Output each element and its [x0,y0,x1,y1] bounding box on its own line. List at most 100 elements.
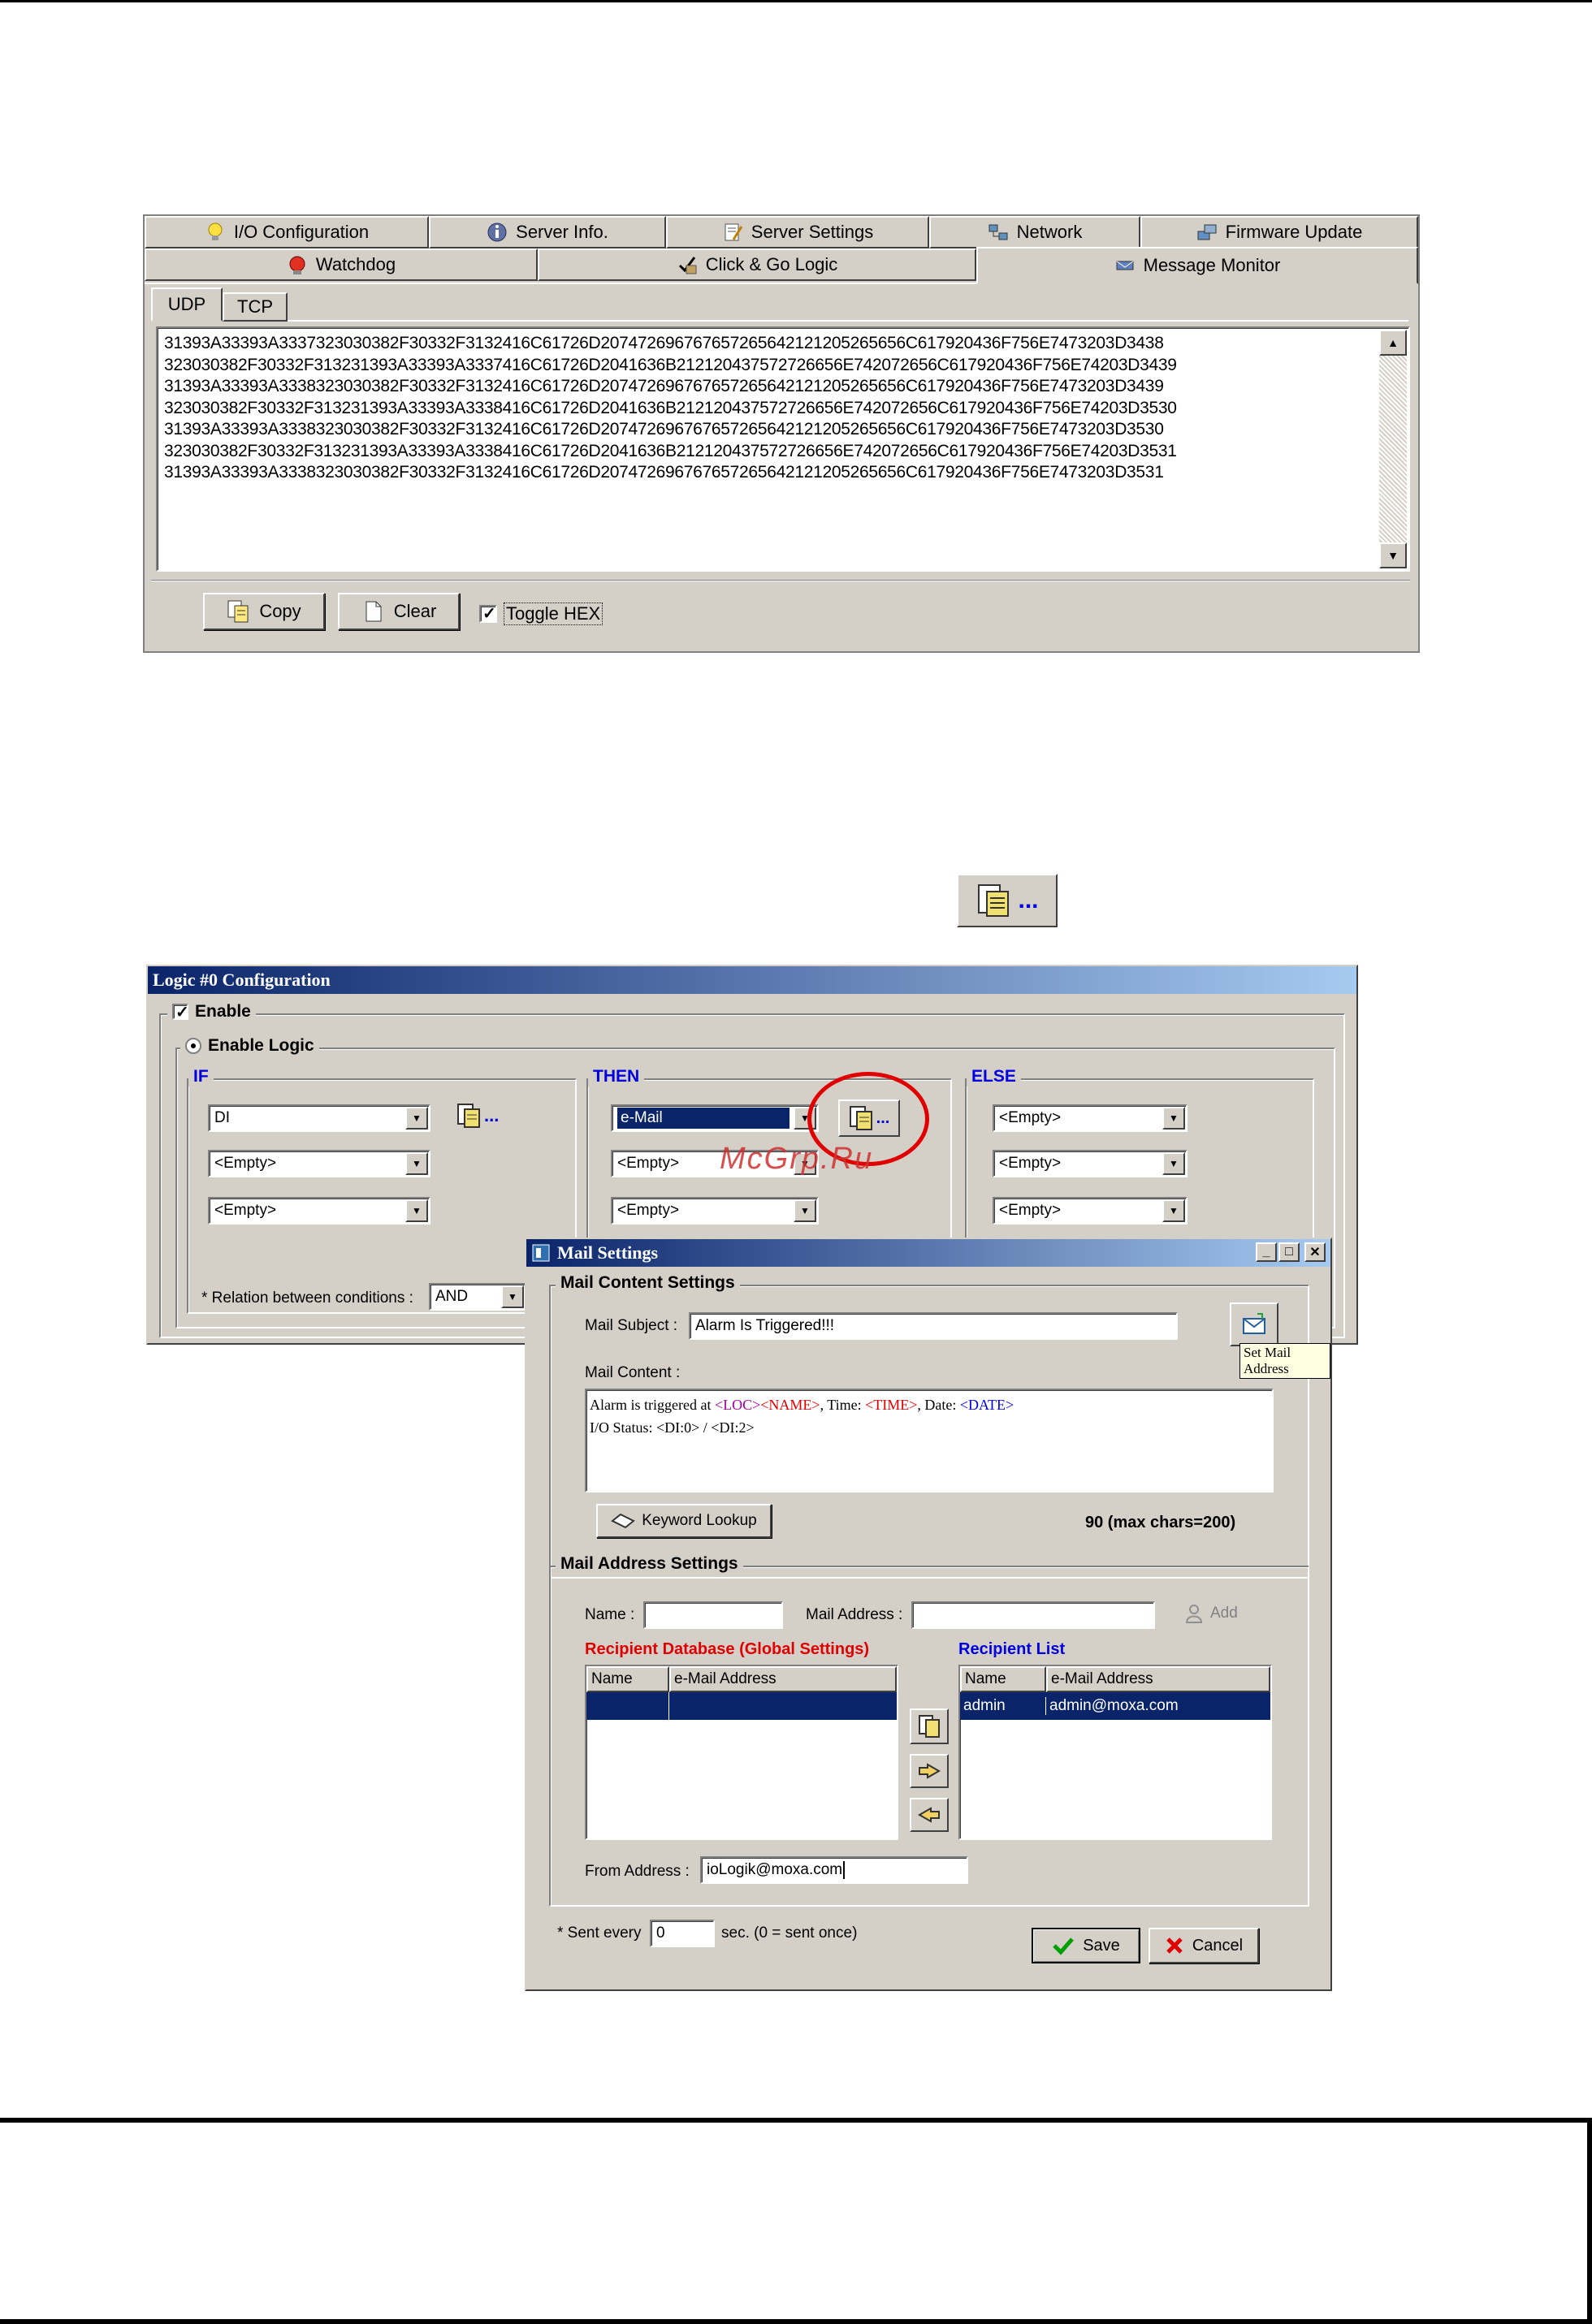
tab-firmware-update[interactable]: Firmware Update [1140,216,1418,248]
hand-left-icon [918,1807,940,1823]
hex-line: 31393A33393A3338323030382F30332F3132416C… [164,377,1164,395]
from-address-input[interactable]: ioLogik@moxa.com [700,1856,968,1884]
column-header-email[interactable]: e-Mail Address [669,1666,897,1692]
recipient-email: admin@moxa.com [1049,1697,1179,1714]
dropdown-arrow-icon[interactable]: ▼ [1162,1199,1185,1222]
tab-click-go-logic[interactable]: Click & Go Logic [538,248,976,281]
sent-every-label: * Sent every [557,1924,642,1942]
logic-icon [677,254,698,275]
checkbox-box[interactable] [479,603,497,624]
close-button[interactable]: ✕ [1304,1242,1326,1262]
tab-tcp[interactable]: TCP [223,292,288,322]
mail-content-textarea[interactable]: Alarm is triggered at <LOC><NAME>, Time:… [585,1389,1274,1492]
keyword-lookup-label: Keyword Lookup [642,1512,757,1529]
mail-subject-input[interactable]: Alarm Is Triggered!!! [689,1312,1178,1340]
save-label: Save [1083,1936,1120,1955]
dropdown-arrow-icon[interactable]: ▼ [405,1107,428,1130]
name-label: Name : [585,1606,635,1623]
top-rule [0,0,1592,2]
then-action-1[interactable]: e-Mail ▼ [611,1104,819,1132]
if-condition-2[interactable]: <Empty> ▼ [208,1150,430,1177]
dropdown-arrow-icon[interactable]: ▼ [405,1152,428,1175]
tab-message-monitor[interactable]: Message Monitor [976,247,1418,284]
move-right-button[interactable] [910,1754,949,1788]
add-to-list-button[interactable] [910,1708,949,1744]
then-action-3[interactable]: <Empty> ▼ [611,1197,819,1225]
column-header-email[interactable]: e-Mail Address [1046,1666,1270,1692]
if-condition-3[interactable]: <Empty> ▼ [208,1197,430,1225]
tab-server-settings[interactable]: Server Settings [666,216,929,248]
if-condition-1[interactable]: DI ▼ [208,1104,430,1132]
message-log[interactable]: 31393A33393A3337323030382F30332F3132416C… [156,326,1410,572]
table-row[interactable]: admin admin@moxa.com [960,1692,1270,1720]
clear-button[interactable]: Clear [338,593,460,630]
watermark: McGrp.Ru [720,1142,874,1176]
list-row-empty-selected[interactable] [586,1692,897,1720]
tab-watchdog[interactable]: Watchdog [145,248,538,281]
move-left-button[interactable] [910,1798,949,1832]
mail-address-input[interactable] [911,1601,1155,1629]
add-button[interactable]: Add [1184,1603,1238,1624]
recipient-list-label: Recipient List [958,1640,1066,1658]
vertical-scrollbar[interactable]: ▲ ▼ [1379,330,1407,568]
maximize-button[interactable]: □ [1278,1242,1300,1262]
enable-checkbox[interactable]: Enable [167,1002,256,1022]
dropdown-arrow-icon[interactable]: ▼ [1162,1107,1185,1130]
logic-title-bar: Logic #0 Configuration [148,966,1356,994]
dropdown-arrow-icon[interactable]: ▼ [405,1199,428,1222]
minimize-button[interactable]: _ [1256,1242,1277,1262]
if-settings-button[interactable]: ... [456,1103,499,1129]
column-header-name[interactable]: Name [960,1666,1046,1692]
set-mail-address-tooltip: Set Mail Address [1239,1343,1330,1379]
save-button[interactable]: Save [1032,1928,1140,1963]
recipient-database-list[interactable]: Name e-Mail Address [585,1665,898,1840]
dropdown-arrow-icon[interactable]: ▼ [1162,1152,1185,1175]
radio-icon[interactable] [185,1038,201,1054]
toggle-hex-checkbox[interactable]: Toggle HEX [479,603,603,625]
dropdown-arrow-icon[interactable]: ▼ [794,1199,816,1222]
name-input[interactable] [643,1601,783,1629]
checkbox-box[interactable] [172,1002,189,1022]
add-label: Add [1210,1605,1238,1622]
from-address-label: From Address : [585,1863,690,1880]
settings-icon [722,222,743,243]
else-action-2[interactable]: <Empty> ▼ [993,1150,1188,1177]
recipient-list[interactable]: Name e-Mail Address admin admin@moxa.com [958,1665,1272,1840]
hex-line: 323030382F30332F313231393A33393A3338416C… [164,398,1177,417]
keyword-lookup-button[interactable]: Keyword Lookup [596,1504,772,1538]
then-label: THEN [588,1067,645,1086]
address-book-icon [919,1715,940,1738]
tab-io-configuration[interactable]: I/O Configuration [145,216,429,248]
combo-value: DI [214,1109,230,1126]
copy-label: Copy [259,601,301,621]
tab-network[interactable]: Network [929,216,1140,248]
copy-button[interactable]: Copy [203,593,325,630]
scroll-down-button[interactable]: ▼ [1379,542,1407,568]
enable-logic-label: Enable Logic [208,1036,314,1055]
hex-line: 31393A33393A3338323030382F30332F3132416C… [164,463,1164,482]
column-header-name[interactable]: Name [586,1666,669,1692]
watchdog-icon [287,254,308,275]
combo-value: <Empty> [214,1155,277,1172]
combo-value: <Empty> [617,1155,680,1172]
cancel-label: Cancel [1192,1936,1244,1955]
combo-value: <Empty> [999,1155,1062,1172]
set-mail-address-button[interactable] [1230,1302,1278,1346]
else-action-1[interactable]: <Empty> ▼ [993,1104,1188,1132]
mail-title-bar: Mail Settings _ □ ✕ [526,1239,1330,1267]
enable-logic-radio[interactable]: Enable Logic [180,1036,319,1056]
combo-value: e-Mail [617,1108,790,1129]
relation-select[interactable]: AND ▼ [429,1283,526,1311]
dropdown-arrow-icon[interactable]: ▼ [501,1285,524,1308]
button-bar-divider [151,580,1410,581]
scroll-up-button[interactable]: ▲ [1379,330,1407,356]
tab-udp[interactable]: UDP [151,287,223,322]
hex-line: 31393A33393A3338323030382F30332F3132416C… [164,420,1164,438]
sent-every-input[interactable]: 0 [650,1920,715,1947]
from-address-value: ioLogik@moxa.com [707,1861,846,1879]
else-action-3[interactable]: <Empty> ▼ [993,1197,1188,1225]
message-icon [1114,255,1136,276]
mail-icon [1243,1313,1265,1334]
tab-server-info[interactable]: Server Info. [429,216,666,248]
cancel-button[interactable]: Cancel [1149,1928,1259,1963]
